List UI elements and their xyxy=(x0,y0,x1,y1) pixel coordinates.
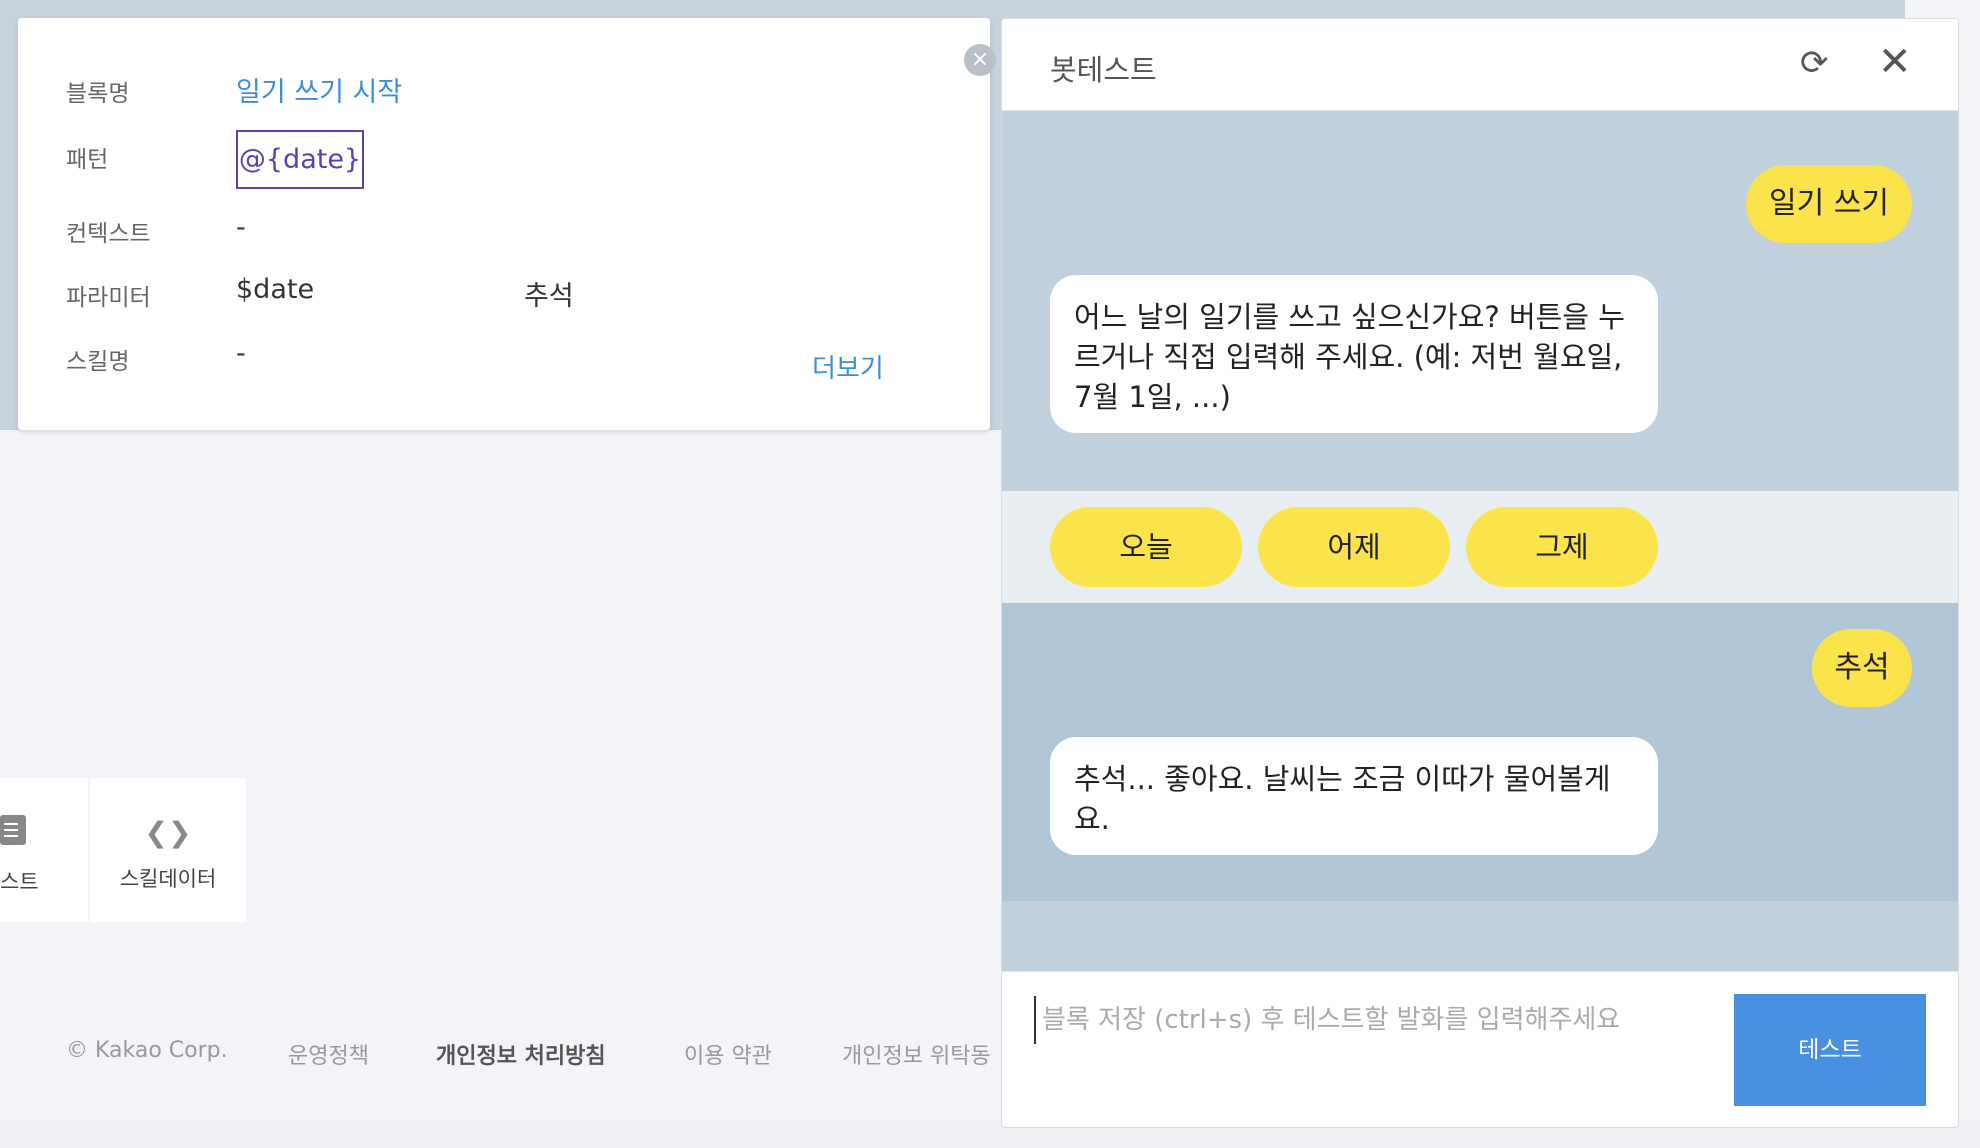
quick-reply-today[interactable]: 오늘 xyxy=(1050,507,1242,587)
footer-link-policy[interactable]: 운영정책 xyxy=(288,1038,369,1070)
bot-test-panel: 봇테스트 ⟳ ✕ 일기 쓰기 어느 날의 일기를 쓰고 싶으신가요? 버튼을 누… xyxy=(1001,18,1959,1128)
more-link[interactable]: 더보기 xyxy=(812,348,884,385)
bot-message: 추석... 좋아요. 날씨는 조금 이따가 물어볼게요. xyxy=(1050,737,1658,855)
document-icon xyxy=(0,815,26,845)
tab-test-label: 스트 xyxy=(0,870,39,894)
close-circle-icon[interactable]: × xyxy=(964,44,996,76)
chat-area: 일기 쓰기 어느 날의 일기를 쓰고 싶으신가요? 버튼을 누르거나 직접 입력… xyxy=(1002,111,1958,971)
bot-test-title: 봇테스트 xyxy=(1050,53,1157,87)
pattern-value[interactable]: @{date} xyxy=(236,130,364,189)
skill-name-value: - xyxy=(236,338,246,369)
input-area: 테스트 xyxy=(1002,971,1958,1127)
footer-link-consignment[interactable]: 개인정보 위탁동 xyxy=(842,1038,1002,1070)
user-message: 추석 xyxy=(1812,629,1912,707)
background-strip xyxy=(0,0,1905,18)
bot-message: 어느 날의 일기를 쓰고 싶으신가요? 버튼을 누르거나 직접 입력해 주세요.… xyxy=(1050,275,1658,433)
footer-link-terms[interactable]: 이용 약관 xyxy=(684,1038,772,1070)
chat-bottom-strip xyxy=(1002,901,1958,951)
quick-reply-day-before[interactable]: 그제 xyxy=(1466,507,1658,587)
parameter-extra-value: 추석 xyxy=(524,281,574,312)
utterance-input[interactable] xyxy=(1034,996,1754,1044)
quick-reply-yesterday[interactable]: 어제 xyxy=(1258,507,1450,587)
context-value: - xyxy=(236,212,246,243)
pattern-label: 패턴 xyxy=(66,147,109,173)
chat-section: 추석 추석... 좋아요. 날씨는 조금 이따가 물어볼게요. xyxy=(1002,603,1958,901)
close-icon[interactable]: ✕ xyxy=(1878,39,1912,85)
user-message: 일기 쓰기 xyxy=(1746,165,1912,243)
footer-copyright: © Kakao Corp. xyxy=(66,1038,228,1063)
footer-link-privacy[interactable]: 개인정보 처리방침 xyxy=(436,1038,606,1070)
tab-test[interactable] xyxy=(0,778,88,922)
bot-test-header: 봇테스트 ⟳ ✕ xyxy=(1002,19,1958,111)
context-label: 컨텍스트 xyxy=(66,221,151,247)
code-brackets-icon: ❮❯ xyxy=(144,816,192,849)
parameter-value: $date xyxy=(236,274,315,305)
tab-skill-data[interactable]: ❮❯ 스킬데이터 xyxy=(90,778,246,922)
parameter-label: 파라미터 xyxy=(66,285,151,311)
test-button[interactable]: 테스트 xyxy=(1734,994,1926,1106)
refresh-icon[interactable]: ⟳ xyxy=(1800,43,1829,83)
block-name-value[interactable]: 일기 쓰기 시작 xyxy=(236,70,402,109)
block-name-label: 블록명 xyxy=(66,81,130,107)
block-detail-popup: × 블록명 일기 쓰기 시작 패턴 @{date} 컨텍스트 - 파라미터 $d… xyxy=(18,18,996,430)
quick-reply-row: 오늘 어제 그제 xyxy=(1002,491,1958,603)
skill-name-label: 스킬명 xyxy=(66,349,130,375)
tab-skill-data-label: 스킬데이터 xyxy=(119,867,217,891)
